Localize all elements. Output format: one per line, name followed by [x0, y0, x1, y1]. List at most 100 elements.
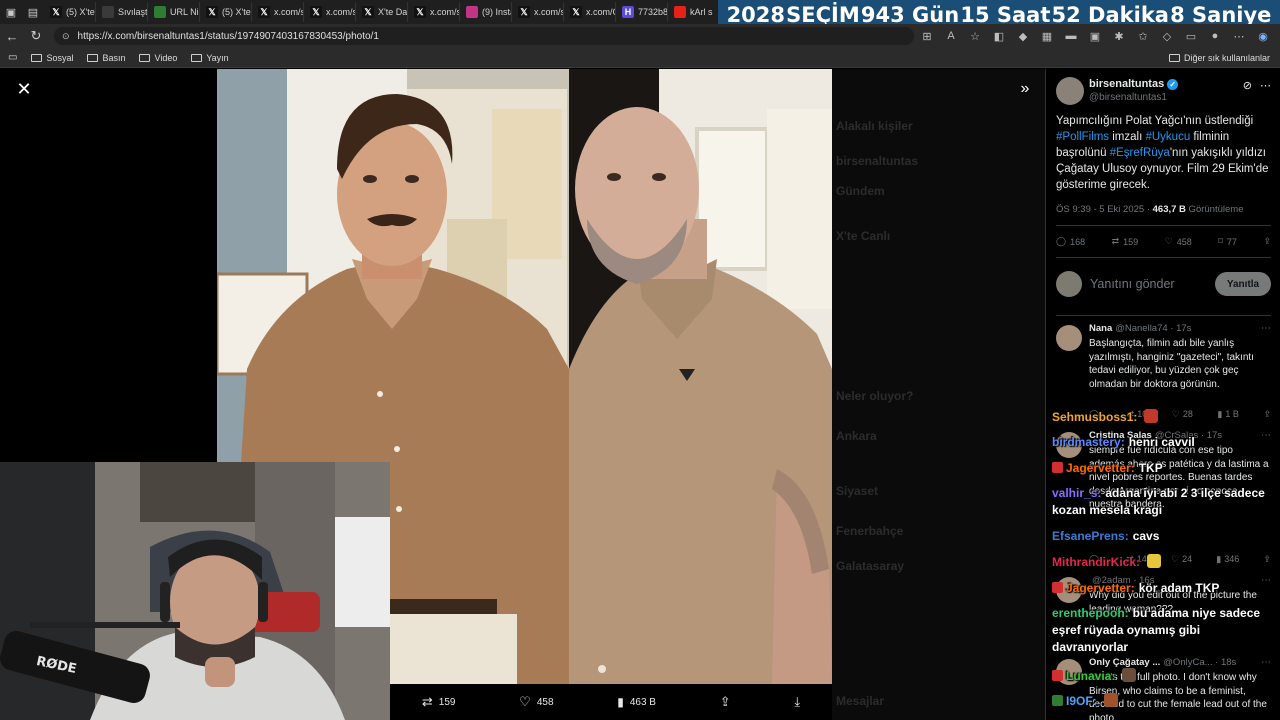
chat-message: erenthepooh: bu adama niye sadece eşref r… [1052, 605, 1276, 656]
chat-message: birdmastery: henri cavvil [1052, 434, 1276, 451]
url-icon [154, 6, 166, 18]
extension-icon[interactable]: ◧ [992, 30, 1006, 43]
chat-emote-icon [1103, 693, 1118, 707]
tab-title: Sıvılaştı [118, 7, 148, 17]
share-button[interactable]: ⇪ [720, 694, 731, 710]
tab-title: x.com/s [274, 7, 304, 17]
chat-username[interactable]: I9OF: [1066, 694, 1097, 708]
app-available-icon[interactable]: ⊞ [920, 30, 934, 43]
chat-message: EfsanePrens: cavs [1052, 528, 1276, 545]
browser-tab[interactable]: kArl s [668, 2, 720, 22]
bookmark-label: Video [154, 52, 178, 63]
bookmark-folder-yayin[interactable]: Yayın [191, 53, 229, 63]
tab-actions-icon[interactable]: ▤ [22, 0, 44, 24]
chat-emote-icon [1122, 668, 1137, 682]
x-icon: 𝕏 [310, 6, 322, 18]
browser-tab[interactable]: H 7732b8 [616, 2, 668, 22]
like-count: 458 [536, 696, 554, 708]
dimmed-sidebar-text: Fenerbahçe [836, 524, 904, 538]
x-icon: 𝕏 [50, 6, 62, 18]
chat-username[interactable]: EfsanePrens: [1052, 529, 1129, 543]
views-button[interactable]: ▮ 463 B [617, 695, 656, 709]
chat-badge-icon [1052, 582, 1063, 593]
bookmark-folder-sosyal[interactable]: Sosyal [31, 53, 73, 63]
bookmark-folder-video[interactable]: Video [139, 53, 177, 63]
tab-title: (9) Insta [482, 7, 512, 17]
tab-title: kArl s [690, 7, 713, 17]
x-icon: 𝕏 [206, 6, 218, 18]
x-icon: 𝕏 [414, 6, 426, 18]
dimmed-sidebar-text: Gündem [836, 184, 885, 198]
browser-tab[interactable]: 𝕏x.com/s [304, 2, 356, 22]
chat-message: Jagervetter: TKP [1052, 460, 1276, 477]
screen: ▣ ▤ 𝕏 (5) X'te Sıvılaştı URL Nir 𝕏 (5) X'te 𝕏x… [0, 0, 1280, 720]
favorite-star-icon[interactable]: ☆ [968, 30, 982, 43]
browser-tab[interactable]: 𝕏x.com/s [512, 2, 564, 22]
dimmed-sidebar-text: X'te Canlı [836, 229, 891, 243]
tab-title: x.com/s [534, 7, 564, 17]
dimmed-sidebar-text: Mesajlar [836, 694, 885, 708]
folder-icon [139, 53, 151, 62]
download-icon: ⤓ [794, 694, 801, 709]
retweet-count: 159 [438, 696, 456, 708]
webcam-illustration [0, 462, 390, 720]
youtube-icon [674, 6, 686, 18]
like-button[interactable]: ♡ 458 [519, 694, 553, 710]
browser-tab[interactable]: 𝕏x.com/s [408, 2, 460, 22]
globe-icon [102, 6, 114, 18]
chat-username[interactable]: Jagervetter: [1066, 581, 1135, 595]
x-icon: 𝕏 [258, 6, 270, 18]
browser-tab[interactable]: 𝕏x.com/C [564, 2, 616, 22]
dimmed-sidebar-text: birsenaltuntas [836, 154, 919, 168]
tab-title: URL Nir [170, 7, 200, 17]
retweet-icon: ⇄ [421, 694, 433, 709]
browser-tab[interactable]: URL Nir [148, 2, 200, 22]
tab-title: (5) X'te [222, 7, 251, 17]
chat-username[interactable]: MithrandirKick: [1052, 555, 1140, 569]
instagram-icon [466, 6, 478, 18]
chat-text: TKP [1138, 461, 1163, 475]
x-icon: 𝕏 [570, 6, 582, 18]
heart-icon: ♡ [519, 694, 531, 709]
dimmed-sidebar-text: Alakalı kişiler [836, 119, 913, 133]
download-button[interactable]: ⤓ [794, 694, 800, 710]
expand-panel-button[interactable]: » [1015, 79, 1035, 99]
h-icon: H [622, 6, 634, 18]
extension-icon[interactable]: ◆ [1016, 30, 1030, 43]
browser-tab[interactable]: 𝕏 X'te Da [356, 2, 408, 22]
chat-username[interactable]: erenthepooh: [1052, 606, 1129, 620]
dimmed-sidebar: Alakalı kişiler birsenaltuntas Gündem X'te … [832, 69, 1045, 720]
chat-emote-icon [1144, 409, 1159, 423]
folder-icon [87, 53, 99, 62]
tab-title: x.com/s [326, 7, 356, 17]
browser-tab[interactable]: 𝕏 (5) X'te [200, 2, 252, 22]
chat-username[interactable]: Jagervetter: [1066, 461, 1135, 475]
url-field[interactable]: ⊙ https://x.com/birsenaltuntas1/status/1… [54, 27, 914, 45]
browser-tab[interactable]: Sıvılaştı [96, 2, 148, 22]
dimmed-sidebar-text: Siyaset [836, 484, 879, 498]
browser-tab[interactable]: 𝕏 (5) X'te [44, 2, 96, 22]
reload-icon[interactable]: ↻ [24, 24, 48, 48]
back-icon[interactable]: ← [0, 24, 24, 48]
folder-icon [191, 53, 203, 62]
chat-message: I9OF: [1052, 693, 1276, 710]
chat-username[interactable]: birdmastery: [1052, 435, 1125, 449]
workspaces-icon[interactable]: ▣ [0, 0, 22, 24]
browser-tab[interactable]: 𝕏x.com/s [252, 2, 304, 22]
bookmark-folder-basin[interactable]: Basın [87, 53, 125, 63]
tab-title: x.com/s [430, 7, 460, 17]
chat-username[interactable]: valhir_s: [1052, 486, 1101, 500]
chat-username[interactable]: Lunavia: [1066, 669, 1115, 683]
site-info-icon[interactable]: ⊙ [62, 31, 70, 42]
browser-tab[interactable]: (9) Insta [460, 2, 512, 22]
bookmark-label: Sosyal [46, 52, 74, 63]
tab-title: 7732b8 [638, 7, 668, 17]
read-aloud-icon[interactable]: A [944, 30, 958, 43]
retweet-button[interactable]: ⇄ 159 [422, 694, 456, 710]
bookmark-label: Basın [102, 52, 126, 63]
tab-title: X'te Da [378, 7, 408, 17]
webcam-overlay: RØDE [0, 462, 390, 720]
chat-username[interactable]: Sehmusboss1: [1052, 410, 1137, 424]
reading-list-icon[interactable]: ▭ [8, 52, 17, 63]
close-viewer-button[interactable]: ✕ [14, 79, 34, 99]
